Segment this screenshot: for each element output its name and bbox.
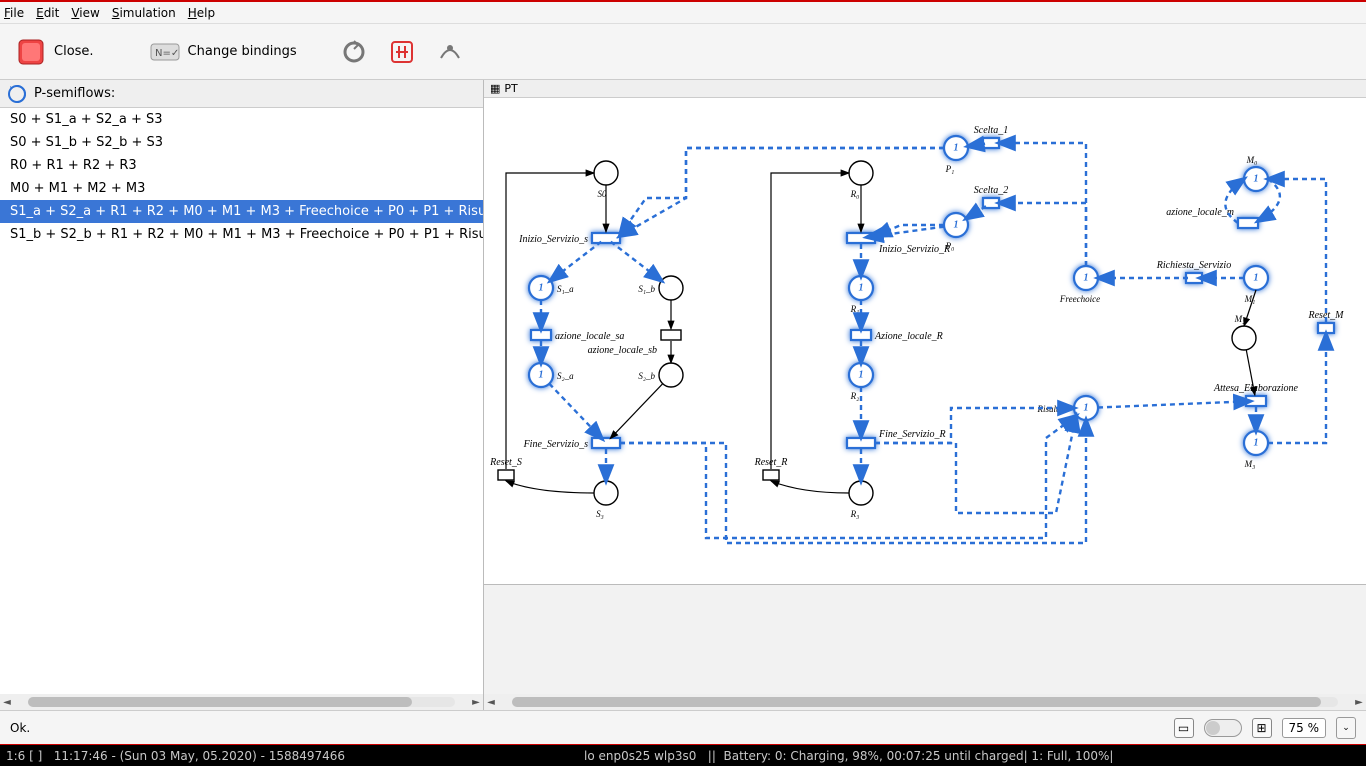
os-taskbar: 1:6 [ ] 11:17:46 - (Sun 03 May, 05.2020)…: [0, 744, 1366, 766]
list-item[interactable]: S1_b + S2_b + R1 + R2 + M0 + M1 + M3 + F…: [0, 223, 483, 246]
svg-text:Fine_Servizio_R: Fine_Servizio_R: [878, 429, 946, 440]
svg-text:M₀: M₀: [1246, 155, 1258, 165]
close-label: Close.: [54, 44, 94, 59]
svg-text:N=✓: N=✓: [155, 48, 179, 59]
svg-text:1: 1: [1254, 273, 1259, 284]
svg-text:M₃: M₃: [1244, 459, 1256, 469]
svg-text:Scelta_2: Scelta_2: [974, 185, 1008, 196]
right-bottom-panel: [484, 584, 1366, 694]
svg-text:S₂_b: S₂_b: [638, 371, 655, 381]
taskbar-left: 1:6 [ ] 11:17:46 - (Sun 03 May, 05.2020)…: [6, 749, 345, 763]
close-icon: [16, 37, 46, 67]
statusbar: Ok. ▭ ⊞ 75 % ⌄: [0, 710, 1366, 744]
svg-text:Scelta_1: Scelta_1: [974, 125, 1008, 136]
svg-text:1: 1: [539, 370, 544, 381]
svg-text:Attesa_Elaborazione: Attesa_Elaborazione: [1213, 383, 1298, 394]
menu-edit[interactable]: Edit: [36, 6, 59, 20]
toolbar: Close. N=✓ Change bindings: [0, 24, 1366, 80]
swap-icon: [388, 38, 416, 66]
tab-label: PT: [504, 82, 517, 95]
svg-text:azione_locale_m: azione_locale_m: [1166, 207, 1234, 218]
semiflows-list[interactable]: S0 + S1_a + S2_a + S3S0 + S1_b + S2_b + …: [0, 108, 483, 694]
svg-text:1: 1: [954, 143, 959, 154]
scroll-thumb[interactable]: [512, 697, 1321, 707]
svg-text:Inizio_Servizio_R: Inizio_Servizio_R: [878, 244, 950, 255]
menubar: File Edit View Simulation Help: [0, 2, 1366, 24]
change-bindings-label: Change bindings: [188, 44, 297, 59]
scroll-left-icon[interactable]: ◄: [484, 697, 498, 708]
refresh-icon: [340, 38, 368, 66]
svg-text:Fine_Servizio_s: Fine_Servizio_s: [523, 439, 589, 450]
petri-canvas[interactable]: S01S₁_aS₁_b1S₂_aS₂_bS₃R₀1R₁1R₂R₃1P₁1P₀1F…: [484, 98, 1366, 584]
svg-text:P₁: P₁: [945, 164, 955, 174]
menu-file[interactable]: File: [4, 6, 24, 20]
zoom-value: 75 %: [1282, 718, 1327, 738]
svg-text:S₁_b: S₁_b: [638, 284, 655, 294]
zoom-in-button[interactable]: ⊞: [1252, 718, 1272, 738]
svg-text:Inizio_Servizio_s: Inizio_Servizio_s: [518, 234, 588, 245]
svg-text:1: 1: [1254, 438, 1259, 449]
semiflows-icon: [6, 83, 28, 105]
svg-text:1: 1: [1254, 174, 1259, 185]
tab-icon: ▦: [490, 82, 500, 95]
scroll-track[interactable]: [28, 697, 455, 707]
change-bindings-button[interactable]: N=✓ Change bindings: [144, 33, 303, 71]
scroll-thumb[interactable]: [28, 697, 412, 707]
bindings-icon: N=✓: [150, 37, 180, 67]
left-header: P-semiflows:: [0, 80, 483, 108]
svg-text:1: 1: [954, 220, 959, 231]
svg-text:1: 1: [1084, 273, 1089, 284]
status-controls: ▭ ⊞ 75 % ⌄: [1174, 717, 1357, 739]
svg-text:Richiesta_Servizio: Richiesta_Servizio: [1156, 260, 1231, 271]
zoom-dropdown[interactable]: ⌄: [1336, 717, 1356, 739]
refresh-button[interactable]: [337, 35, 371, 69]
left-title: P-semiflows:: [34, 86, 115, 101]
scroll-right-icon[interactable]: ►: [1352, 697, 1366, 708]
measure-button[interactable]: [433, 35, 467, 69]
zoom-out-button[interactable]: ▭: [1174, 718, 1194, 738]
svg-text:Azione_locale_R: Azione_locale_R: [874, 331, 943, 342]
left-pane: P-semiflows: S0 + S1_a + S2_a + S3S0 + S…: [0, 80, 484, 710]
list-item[interactable]: S0 + S1_b + S2_b + S3: [0, 131, 483, 154]
svg-text:S₃: S₃: [596, 509, 604, 519]
scroll-left-icon[interactable]: ◄: [0, 697, 14, 708]
left-hscroll[interactable]: ◄ ►: [0, 694, 483, 710]
svg-text:S₁_a: S₁_a: [557, 284, 574, 294]
content-area: P-semiflows: S0 + S1_a + S2_a + S3S0 + S…: [0, 80, 1366, 710]
svg-text:1: 1: [859, 283, 864, 294]
svg-text:M₂: M₂: [1234, 314, 1246, 324]
svg-text:R₁: R₁: [850, 304, 860, 314]
svg-text:1: 1: [539, 283, 544, 294]
svg-text:S₂_a: S₂_a: [557, 371, 574, 381]
right-pane: ▦ PT S01S₁_aS₁_b1S₂_aS₂_bS₃R₀1R₁1R₂R₃1P₁…: [484, 80, 1366, 710]
svg-text:azione_locale_sb: azione_locale_sb: [588, 345, 657, 356]
svg-text:1: 1: [1084, 403, 1089, 414]
svg-text:R₂: R₂: [850, 391, 860, 401]
view-toggle[interactable]: [1204, 719, 1242, 737]
right-hscroll[interactable]: ◄ ►: [484, 694, 1366, 710]
svg-text:1: 1: [859, 370, 864, 381]
list-item[interactable]: S0 + S1_a + S2_a + S3: [0, 108, 483, 131]
svg-text:azione_locale_sa: azione_locale_sa: [555, 331, 624, 342]
scroll-track[interactable]: [512, 697, 1338, 707]
scroll-right-icon[interactable]: ►: [469, 697, 483, 708]
svg-text:Freechoice: Freechoice: [1059, 294, 1100, 304]
taskbar-mid: lo enp0s25 wlp3s0 || Battery: 0: Chargin…: [584, 749, 1113, 763]
svg-text:R₃: R₃: [850, 509, 860, 519]
menu-view[interactable]: View: [71, 6, 99, 20]
menu-simulation[interactable]: Simulation: [112, 6, 176, 20]
app-window: File Edit View Simulation Help Close. N=…: [0, 0, 1366, 744]
list-item[interactable]: M0 + M1 + M2 + M3: [0, 177, 483, 200]
right-header: ▦ PT: [484, 80, 1366, 98]
swap-button[interactable]: [385, 35, 419, 69]
menu-help[interactable]: Help: [188, 6, 215, 20]
close-button[interactable]: Close.: [10, 33, 100, 71]
status-message: Ok.: [10, 721, 30, 735]
svg-text:R₀: R₀: [850, 189, 860, 199]
taskbar-right: [1352, 749, 1360, 763]
list-item[interactable]: R0 + R1 + R2 + R3: [0, 154, 483, 177]
list-item[interactable]: S1_a + S2_a + R1 + R2 + M0 + M1 + M3 + F…: [0, 200, 483, 223]
caliper-icon: [436, 38, 464, 66]
